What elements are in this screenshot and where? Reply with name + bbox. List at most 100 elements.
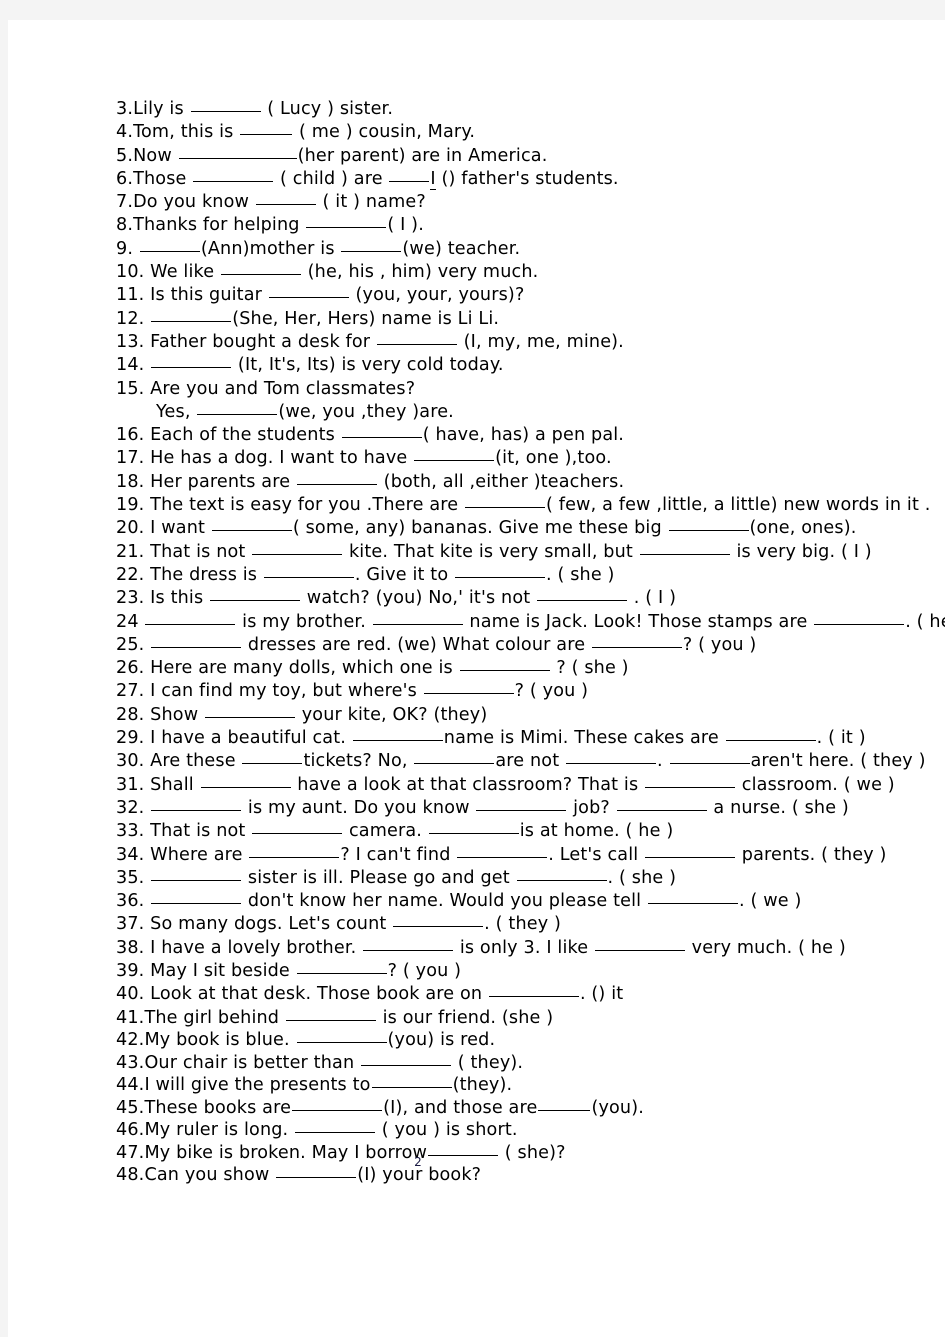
answer-blank[interactable] (151, 867, 242, 881)
worksheet-item: 8.Thanks for helping ( I ). (116, 214, 936, 237)
answer-blank[interactable] (371, 1074, 452, 1089)
answer-blank[interactable] (252, 541, 343, 555)
answer-blank[interactable] (296, 960, 387, 974)
item-text: Are you and Tom classmates? (144, 378, 416, 399)
answer-blank[interactable] (292, 1097, 383, 1111)
answer-blank[interactable] (516, 867, 607, 881)
answer-blank[interactable] (197, 401, 278, 415)
answer-blank[interactable] (200, 774, 291, 788)
item-text: (She, Her, Hers) name is Li Li. (232, 308, 500, 329)
item-number: 44. (116, 1075, 145, 1096)
item-text: tickets? No, (303, 751, 414, 772)
worksheet-item: 31. Shall have a look at that classroom?… (116, 774, 936, 797)
answer-blank[interactable] (145, 611, 236, 625)
answer-blank[interactable] (285, 1007, 376, 1021)
item-number: 6. (116, 168, 134, 189)
answer-blank[interactable] (240, 121, 293, 136)
answer-blank[interactable] (151, 890, 242, 905)
answer-blank[interactable] (255, 191, 316, 206)
answer-blank[interactable] (220, 261, 301, 276)
worksheet-item: 23. Is this watch? (you) No,' it's not .… (116, 587, 936, 610)
answer-blank[interactable] (151, 634, 242, 648)
answer-blank[interactable] (393, 913, 484, 928)
answer-blank[interactable] (566, 750, 656, 765)
worksheet-item: 22. The dress is . Give it to . ( she ) (116, 564, 936, 587)
answer-blank[interactable] (252, 820, 343, 835)
answer-blank[interactable] (616, 797, 707, 811)
answer-blank[interactable] (376, 331, 457, 345)
answer-blank[interactable] (459, 657, 550, 672)
item-number: 18. (116, 471, 145, 492)
answer-blank[interactable] (352, 727, 443, 742)
answer-blank[interactable] (205, 704, 295, 718)
answer-blank[interactable] (414, 750, 495, 765)
answer-blank[interactable] (725, 727, 816, 742)
answer-blank[interactable] (591, 634, 682, 648)
answer-blank[interactable] (193, 168, 274, 182)
answer-blank[interactable] (139, 238, 200, 252)
answer-blank[interactable] (668, 517, 749, 532)
document-page: 3.Lily is ( Lucy ) sister. 4.Tom, this is… (8, 20, 945, 1337)
answer-blank[interactable] (428, 820, 519, 835)
item-text: ( child ) are (274, 168, 389, 189)
answer-blank[interactable] (454, 564, 545, 578)
answer-blank[interactable] (151, 354, 232, 369)
answer-blank[interactable] (296, 1029, 387, 1044)
worksheet-item: 11. Is this guitar (you, your, yours)? (116, 284, 936, 307)
worksheet-item: 15. Are you and Tom classmates? (116, 378, 936, 401)
worksheet-item: 10. We like (he, his , him) very much. (116, 261, 936, 284)
answer-blank[interactable] (151, 308, 232, 322)
answer-blank[interactable] (361, 1052, 451, 1066)
answer-blank[interactable] (268, 284, 349, 299)
answer-blank[interactable] (639, 541, 730, 555)
item-text: ? ( you ) (387, 960, 462, 981)
answer-blank[interactable] (488, 983, 579, 998)
item-text: . Give it to (354, 564, 454, 585)
answer-blank[interactable] (210, 587, 301, 602)
answer-blank[interactable] (538, 1097, 591, 1111)
worksheet-item: 28. Show your kite, OK? (they) (116, 704, 936, 727)
worksheet-item: 36. don't know her name. Would you pleas… (116, 890, 936, 913)
answer-blank[interactable] (423, 680, 514, 695)
item-text: (both, all ,either )teachers. (377, 471, 625, 492)
item-text: ( few, a few ,little, a little) new word… (545, 495, 931, 516)
worksheet-item: 13. Father bought a desk for (I, my, me,… (116, 331, 936, 354)
item-text: . ( they ) (484, 914, 562, 935)
answer-blank[interactable] (457, 844, 548, 858)
item-text (144, 309, 150, 329)
item-number: 38. (116, 937, 145, 958)
answer-blank[interactable] (263, 564, 354, 578)
answer-blank[interactable] (647, 890, 738, 905)
item-text: job? (567, 797, 616, 818)
answer-blank[interactable] (306, 214, 387, 229)
answer-blank[interactable] (464, 494, 545, 509)
answer-blank[interactable] (190, 98, 261, 112)
answer-blank[interactable] (341, 238, 402, 252)
item-number: 16. (116, 425, 145, 446)
answer-blank[interactable] (249, 844, 340, 858)
item-number: 28. (116, 704, 145, 725)
item-number: 37. (116, 914, 145, 935)
answer-blank[interactable] (537, 587, 628, 602)
item-text: My book is blue. (144, 1030, 296, 1051)
answer-blank[interactable] (389, 168, 430, 182)
answer-blank[interactable] (211, 517, 292, 532)
worksheet-item: 25. dresses are red. (we) What colour ar… (116, 634, 936, 657)
answer-blank[interactable] (645, 774, 736, 788)
answer-blank[interactable] (428, 1142, 499, 1156)
answer-blank[interactable] (296, 471, 377, 485)
answer-blank[interactable] (414, 447, 495, 462)
item-text: (it, one ),too. (495, 448, 612, 469)
answer-blank[interactable] (363, 937, 454, 951)
answer-blank[interactable] (178, 145, 297, 159)
answer-blank[interactable] (151, 797, 242, 811)
answer-blank[interactable] (372, 611, 463, 625)
answer-blank[interactable] (669, 750, 750, 765)
answer-blank[interactable] (814, 611, 905, 625)
answer-blank[interactable] (295, 1119, 376, 1134)
answer-blank[interactable] (645, 844, 736, 858)
answer-blank[interactable] (476, 797, 567, 811)
answer-blank[interactable] (341, 424, 422, 439)
answer-blank[interactable] (242, 750, 303, 765)
answer-blank[interactable] (594, 937, 685, 951)
